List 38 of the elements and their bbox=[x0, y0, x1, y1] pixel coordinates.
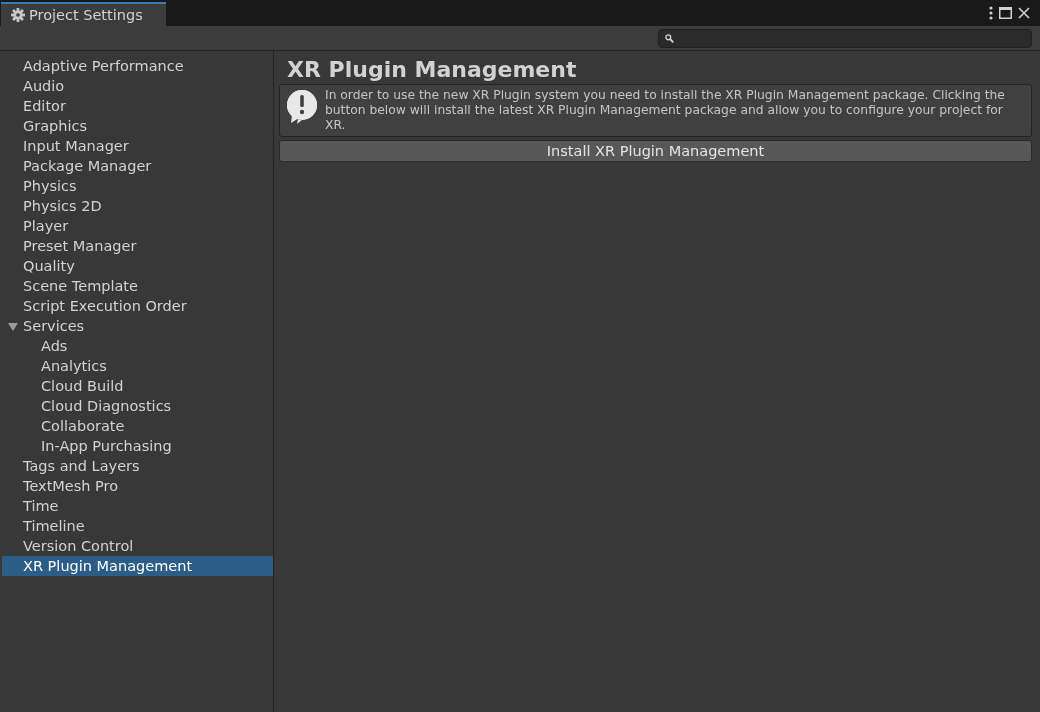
sidebar-item[interactable]: Adaptive Performance bbox=[2, 56, 273, 76]
sidebar-item[interactable]: Player bbox=[2, 216, 273, 236]
sidebar-item[interactable]: Ads bbox=[2, 336, 273, 356]
install-button[interactable]: Install XR Plugin Management bbox=[279, 140, 1032, 162]
sidebar-item[interactable]: Quality bbox=[2, 256, 273, 276]
sidebar-item[interactable]: In-App Purchasing bbox=[2, 436, 273, 456]
sidebar-item[interactable]: Cloud Build bbox=[2, 376, 273, 396]
expanded-triangle-icon[interactable] bbox=[8, 321, 18, 331]
sidebar-item[interactable]: Editor bbox=[2, 96, 273, 116]
close-icon[interactable] bbox=[1018, 7, 1030, 19]
sidebar-item[interactable]: Tags and Layers bbox=[2, 456, 273, 476]
sidebar-item[interactable]: Input Manager bbox=[2, 136, 273, 156]
sidebar-item[interactable]: Physics 2D bbox=[2, 196, 273, 216]
search-field[interactable] bbox=[658, 28, 1032, 48]
sidebar-item[interactable]: Time bbox=[2, 496, 273, 516]
exclamation-bubble-icon bbox=[285, 88, 319, 124]
sidebar-item[interactable]: Scene Template bbox=[2, 276, 273, 296]
maximize-icon[interactable] bbox=[999, 7, 1012, 19]
sidebar-item[interactable]: Services bbox=[2, 316, 273, 336]
sidebar-item[interactable]: Collaborate bbox=[2, 416, 273, 436]
sidebar-item[interactable]: Cloud Diagnostics bbox=[2, 396, 273, 416]
sidebar-item[interactable]: Graphics bbox=[2, 116, 273, 136]
sidebar-item[interactable]: Physics bbox=[2, 176, 273, 196]
sidebar-item[interactable]: XR Plugin Management bbox=[2, 556, 273, 576]
search-icon bbox=[665, 33, 674, 43]
sidebar-item[interactable]: Timeline bbox=[2, 516, 273, 536]
more-options-icon[interactable] bbox=[989, 6, 993, 20]
sidebar-item[interactable]: Preset Manager bbox=[2, 236, 273, 256]
sidebar-item[interactable]: Version Control bbox=[2, 536, 273, 556]
sidebar-item[interactable]: Package Manager bbox=[2, 156, 273, 176]
help-text: In order to use the new XR Plugin system you need to install the XR Plugin Management package. Clicking the button below will install the latest XR Plugin Management package and allow you to configure your project for XR. bbox=[325, 88, 1006, 133]
sidebar-item[interactable]: Script Execution Order bbox=[2, 296, 273, 316]
sidebar-item[interactable]: Analytics bbox=[2, 356, 273, 376]
sidebar-item[interactable]: TextMesh Pro bbox=[2, 476, 273, 496]
panel-title: XR Plugin Management bbox=[286, 55, 578, 84]
window-tab[interactable]: Project Settings bbox=[1, 2, 166, 26]
sidebar-item[interactable]: Audio bbox=[2, 76, 273, 96]
settings-icon bbox=[11, 8, 25, 22]
